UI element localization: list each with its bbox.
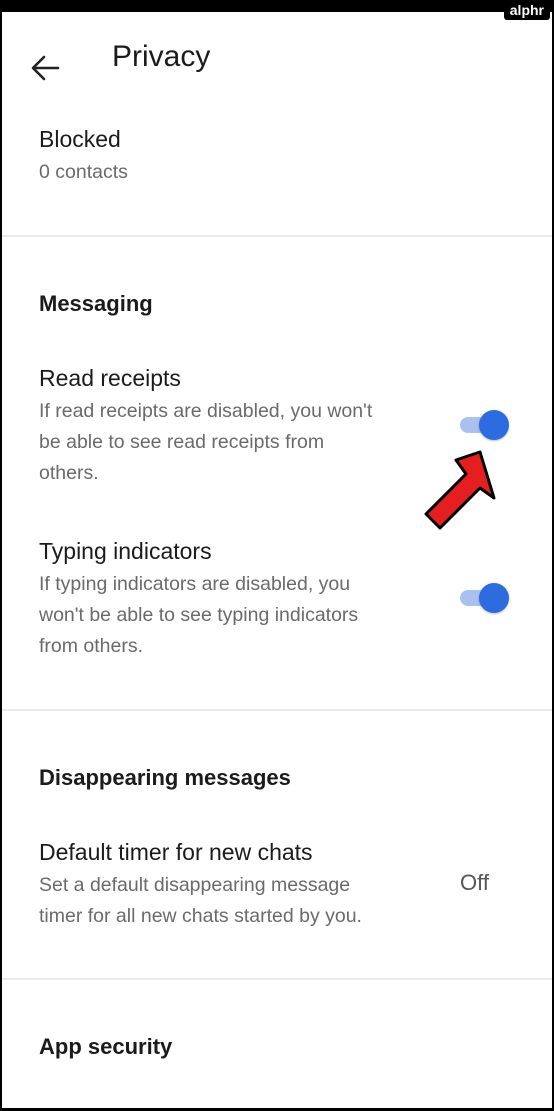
read-receipts-desc-line-1: If read receipts are disabled, you won't xyxy=(39,400,373,422)
default-timer-desc-line-1: Set a default disappearing message xyxy=(39,874,351,896)
divider xyxy=(2,709,552,711)
read-receipts-toggle[interactable] xyxy=(460,408,512,442)
typing-indicators-desc-line-1: If typing indicators are disabled, you xyxy=(39,573,351,595)
read-receipts-desc-line-3: others. xyxy=(39,462,99,484)
read-receipts-title: Read receipts xyxy=(39,365,181,391)
typing-indicators-desc-line-3: from others. xyxy=(39,635,144,657)
typing-indicators-title: Typing indicators xyxy=(39,538,212,564)
app-security-section-header: App security xyxy=(39,1034,173,1059)
back-arrow-icon[interactable] xyxy=(28,50,64,86)
toggle-thumb xyxy=(479,583,509,613)
divider xyxy=(2,235,552,237)
blocked-title: Blocked xyxy=(39,126,121,152)
privacy-screen: Privacy Blocked 0 contacts Messaging Rea… xyxy=(2,12,552,1108)
read-receipts-desc-line-2: be able to see read receipts from xyxy=(39,431,325,453)
alphr-watermark: alphr xyxy=(503,0,550,20)
messaging-section-header: Messaging xyxy=(39,291,153,316)
blocked-count: 0 contacts xyxy=(39,161,128,183)
divider xyxy=(2,978,552,980)
default-timer-desc-line-2: timer for all new chats started by you. xyxy=(39,905,362,927)
default-timer-value: Off xyxy=(460,870,489,895)
red-annotation-arrow-icon xyxy=(424,450,496,530)
disappearing-messages-section-header: Disappearing messages xyxy=(39,765,291,790)
toggle-thumb xyxy=(479,410,509,440)
page-title: Privacy xyxy=(112,40,211,73)
typing-indicators-desc-line-2: won't be able to see typing indicators xyxy=(39,604,359,626)
typing-indicators-toggle[interactable] xyxy=(460,581,512,615)
default-timer-title: Default timer for new chats xyxy=(39,839,313,865)
